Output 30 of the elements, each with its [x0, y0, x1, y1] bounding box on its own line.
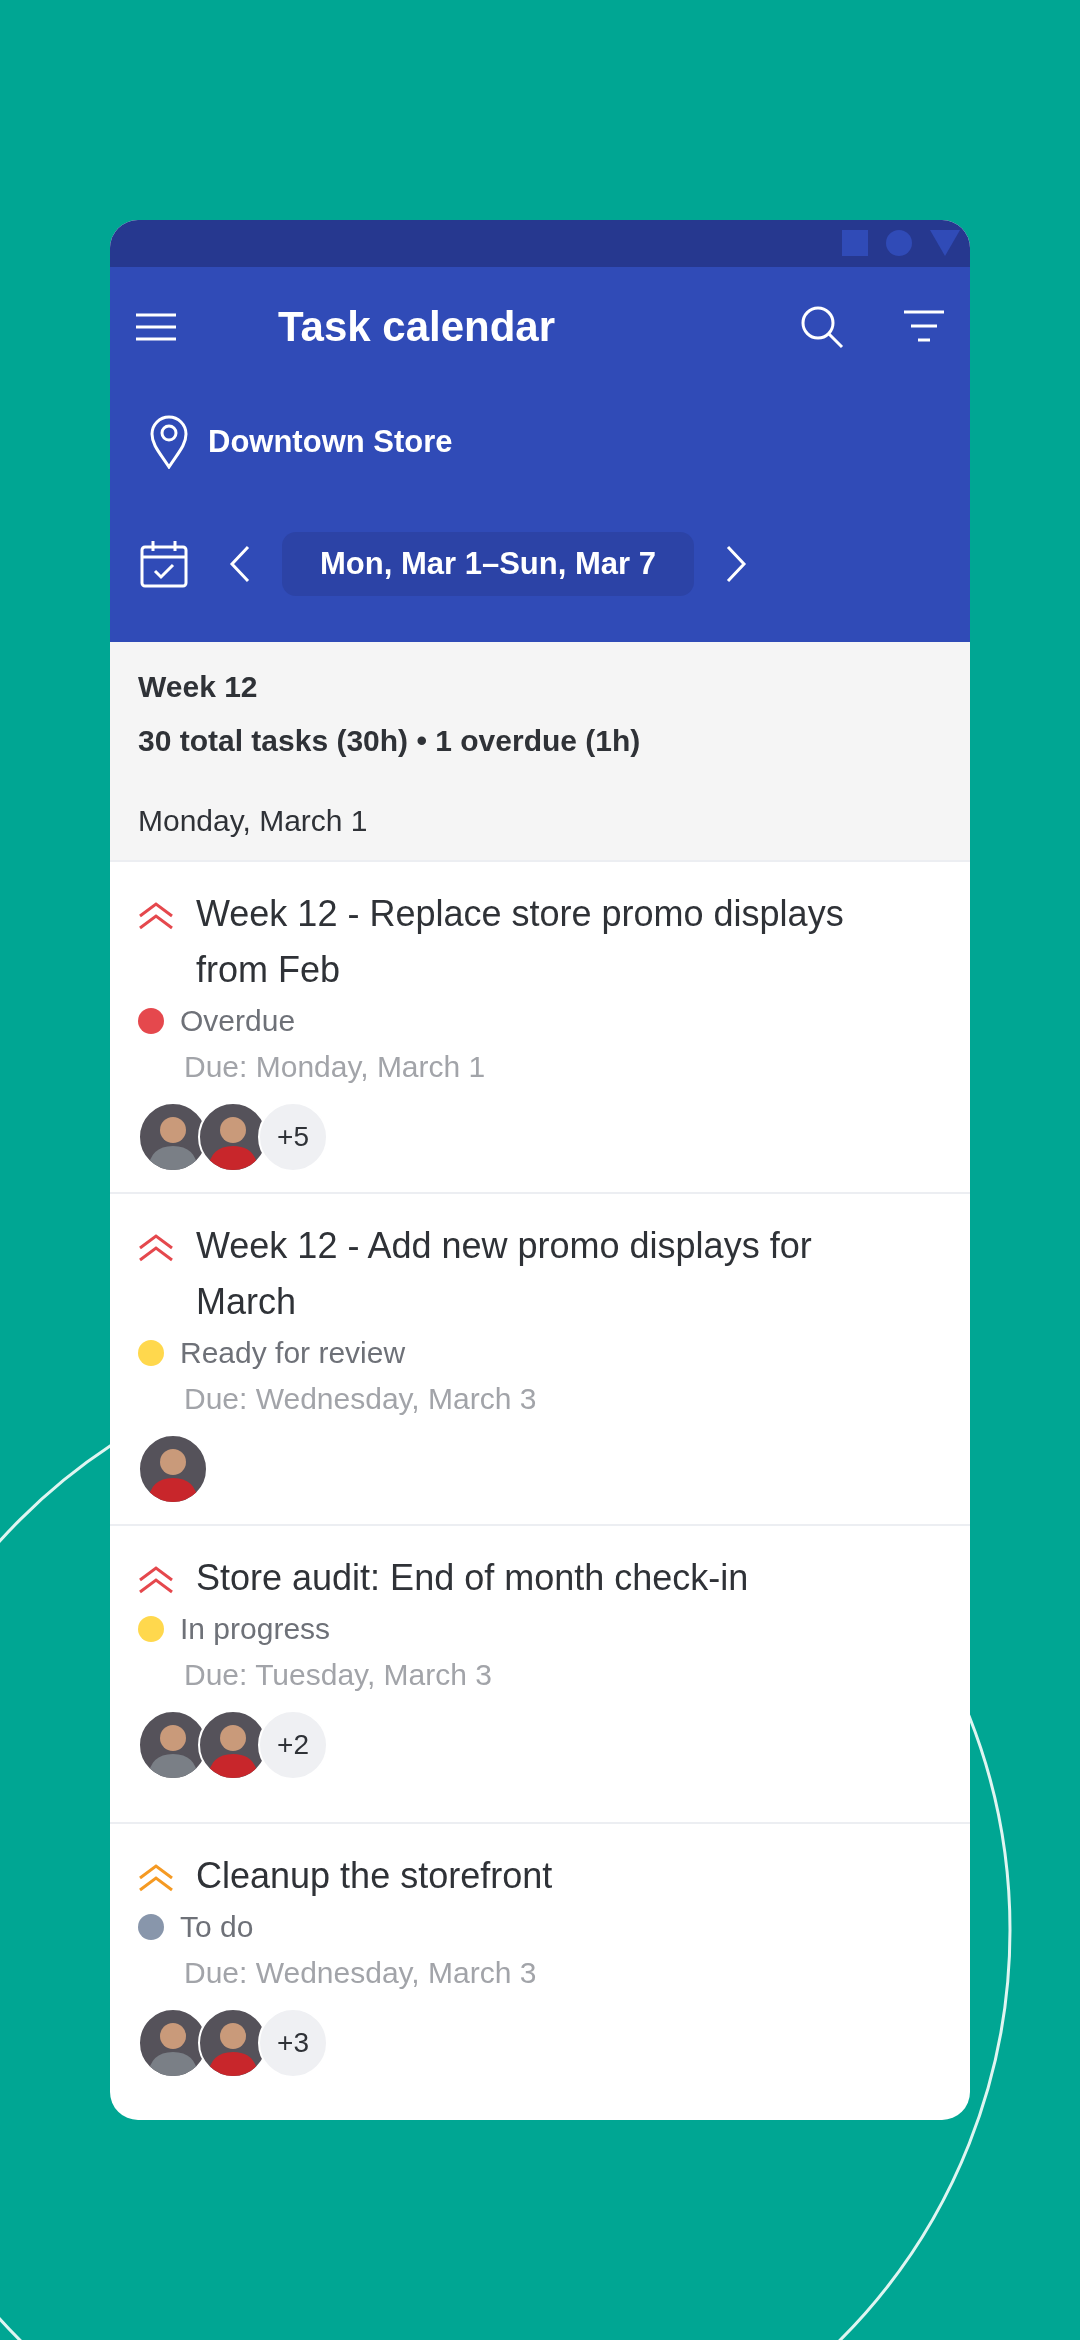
circle-icon — [886, 230, 912, 257]
more-assignees-count: +2 — [258, 1709, 328, 1780]
menu-icon[interactable] — [134, 311, 178, 342]
week-label: Week 12 — [138, 669, 259, 704]
task-status: To do — [180, 1909, 254, 1944]
due-date: Due: Tuesday, March 3 — [184, 1657, 493, 1692]
filter-icon[interactable] — [902, 308, 946, 345]
date-range[interactable]: Mon, Mar 1–Sun, Mar 7 — [282, 532, 694, 597]
square-icon — [842, 230, 868, 257]
more-assignees-count: +5 — [258, 1101, 328, 1172]
calendar-icon[interactable] — [140, 540, 188, 589]
task-status: In progress — [180, 1611, 331, 1646]
more-assignees-count: +3 — [258, 2007, 328, 2078]
chevron-left-icon[interactable] — [228, 545, 252, 584]
task-title[interactable]: Store audit: End of month check-in — [196, 1549, 876, 1606]
app-title: Task calendar — [278, 302, 557, 351]
location-pin-icon — [150, 414, 188, 469]
due-date: Due: Wednesday, March 3 — [184, 1955, 538, 1990]
task-title[interactable]: Cleanup the storefront — [196, 1847, 876, 1904]
task-title[interactable]: Week 12 - Add new promo displays for March — [196, 1217, 876, 1330]
triangle-icon — [930, 230, 960, 257]
day-heading: Monday, March 1 — [138, 803, 369, 838]
task-title[interactable]: Week 12 - Replace store promo displays from Feb — [196, 885, 876, 998]
task-status: Overdue — [180, 1003, 296, 1038]
due-date: Due: Monday, March 1 — [184, 1049, 487, 1084]
store-location[interactable]: Downtown Store — [208, 423, 453, 460]
task-totals: 30 total tasks (30h) • 1 overdue (1h) — [138, 723, 642, 758]
task-status: Ready for review — [180, 1335, 406, 1370]
search-icon[interactable] — [800, 304, 844, 349]
due-date: Due: Wednesday, March 3 — [184, 1381, 538, 1416]
